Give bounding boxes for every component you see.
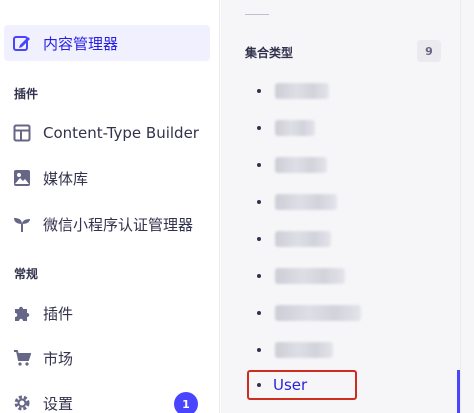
- redacted-label: [275, 120, 315, 136]
- nav-content-type-builder-label: Content-Type Builder: [43, 124, 199, 142]
- section-title-plugins: 插件: [14, 87, 39, 101]
- list-item[interactable]: [245, 113, 445, 143]
- divider: [245, 14, 269, 15]
- edit-icon: [12, 33, 32, 53]
- redacted-label: [275, 231, 331, 247]
- redacted-label: [275, 157, 327, 173]
- scrollbar[interactable]: [460, 0, 474, 413]
- bullet-icon: [257, 200, 261, 204]
- main-sidebar: 内容管理器 插件 Content-Type Builder 媒体库 微信小程序认…: [0, 0, 220, 413]
- section-title-general: 常规: [14, 267, 39, 281]
- nav-media-library[interactable]: 媒体库: [4, 160, 210, 196]
- bullet-icon: [257, 126, 261, 130]
- collection-types-header: 集合类型: [245, 46, 294, 60]
- list-item[interactable]: [245, 261, 445, 291]
- bullet-icon: [257, 89, 261, 93]
- list-item[interactable]: [245, 150, 445, 180]
- puzzle-icon: [12, 303, 32, 323]
- list-item[interactable]: [245, 335, 445, 365]
- bullet-icon: [257, 237, 261, 241]
- gear-icon: [12, 393, 32, 413]
- nav-wechat-auth[interactable]: 微信小程序认证管理器: [4, 206, 210, 242]
- collection-types-panel: 集合类型 9 User: [221, 0, 460, 413]
- bullet-icon: [257, 348, 261, 352]
- redacted-label: [275, 305, 361, 321]
- bullet-icon: [257, 311, 261, 315]
- nav-marketplace-label: 市场: [43, 349, 74, 368]
- nav-content-manager-label: 内容管理器: [43, 34, 119, 53]
- list-item[interactable]: [245, 187, 445, 217]
- list-item-user-label: User: [273, 376, 308, 394]
- redacted-label: [275, 268, 345, 284]
- redacted-label: [275, 83, 329, 99]
- bullet-icon: [257, 274, 261, 278]
- bullet-icon: [257, 383, 261, 387]
- list-item[interactable]: [245, 224, 445, 254]
- list-item-user[interactable]: User: [247, 370, 357, 400]
- cart-icon: [12, 348, 32, 368]
- nav-wechat-auth-label: 微信小程序认证管理器: [43, 215, 194, 234]
- redacted-label: [275, 194, 337, 210]
- nav-plugins[interactable]: 插件: [4, 295, 210, 331]
- nav-content-type-builder[interactable]: Content-Type Builder: [4, 115, 210, 151]
- list-item[interactable]: [245, 298, 445, 328]
- collection-count-badge: 9: [417, 40, 441, 62]
- list-item[interactable]: [245, 76, 445, 106]
- nav-marketplace[interactable]: 市场: [4, 340, 210, 376]
- nav-plugins-label: 插件: [43, 304, 74, 323]
- nav-media-library-label: 媒体库: [43, 169, 89, 188]
- image-icon: [12, 168, 32, 188]
- nav-settings-label: 设置: [43, 394, 74, 413]
- nav-content-manager[interactable]: 内容管理器: [4, 25, 210, 61]
- sprout-icon: [12, 214, 32, 234]
- bullet-icon: [257, 163, 261, 167]
- layout-icon: [12, 123, 32, 143]
- settings-notification-badge: 1: [174, 392, 198, 413]
- redacted-label: [275, 342, 333, 358]
